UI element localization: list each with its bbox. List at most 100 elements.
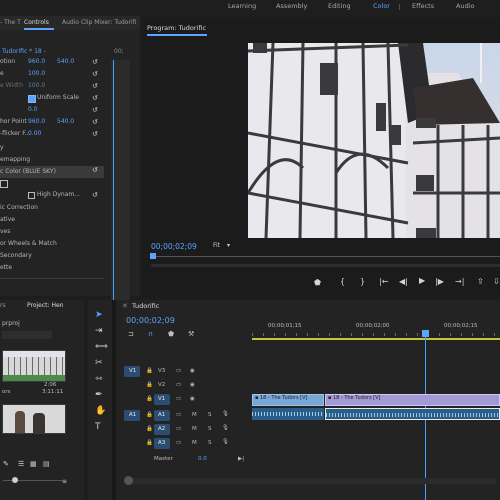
- selected-effect-row[interactable]: c Color (BLUE SKY) ↺: [0, 166, 104, 178]
- microphone-icon[interactable]: 🎙: [222, 439, 229, 445]
- tab-project-prev[interactable]: rs: [0, 302, 6, 309]
- program-timecode[interactable]: 00;00;02;09: [151, 242, 197, 251]
- lock-icon[interactable]: 🔒: [146, 382, 153, 388]
- icon-view-icon[interactable]: ▦: [30, 460, 37, 468]
- eye-icon[interactable]: ◉: [190, 368, 195, 374]
- position-x-value[interactable]: 960.0: [28, 58, 45, 65]
- step-back-icon[interactable]: ◀|: [399, 277, 408, 286]
- eye-icon[interactable]: ◉: [190, 396, 195, 402]
- type-tool-icon[interactable]: T: [95, 422, 101, 432]
- eye-icon[interactable]: ◉: [190, 382, 195, 388]
- zoom-scrollbar[interactable]: [151, 264, 500, 267]
- scale-value[interactable]: 100.0: [28, 70, 45, 77]
- close-icon[interactable]: ✕: [122, 302, 128, 310]
- mute-button[interactable]: M: [192, 412, 197, 418]
- play-icon[interactable]: ▶: [419, 276, 425, 285]
- reset-icon[interactable]: ↺: [92, 130, 98, 138]
- sync-lock-icon[interactable]: ▭: [176, 440, 181, 446]
- workspace-tab-learning[interactable]: Learning: [228, 2, 256, 10]
- freeform-view-icon[interactable]: ▤: [43, 460, 50, 468]
- source-clip-label[interactable]: Tudorific * 18 -: [2, 48, 46, 55]
- reset-icon[interactable]: ↺: [92, 70, 98, 78]
- ripple-edit-icon[interactable]: ⟺: [95, 342, 108, 352]
- solo-button[interactable]: S: [208, 426, 212, 432]
- mark-in-icon[interactable]: {: [340, 277, 345, 286]
- time-ruler[interactable]: [252, 333, 500, 336]
- position-y-value[interactable]: 540.0: [57, 58, 74, 65]
- uniform-scale-checkbox[interactable]: [28, 95, 36, 103]
- tab-effect-controls[interactable]: Controls: [24, 19, 49, 26]
- lock-icon[interactable]: 🔒: [146, 368, 153, 374]
- list-view-icon[interactable]: ☰: [18, 460, 24, 468]
- timeline-scrollbar[interactable]: [126, 478, 496, 484]
- sync-lock-icon[interactable]: ▭: [176, 396, 181, 402]
- video-clip[interactable]: ▪ 18 - The Tudors [V]: [252, 394, 324, 406]
- lift-icon[interactable]: ⇪: [477, 277, 484, 286]
- monitor-title[interactable]: Program: Tudorific: [147, 24, 206, 32]
- lock-icon[interactable]: 🔒: [146, 412, 153, 418]
- anti-flicker-value[interactable]: 0.00: [28, 130, 41, 137]
- tab-audio-clip-mixer[interactable]: Audio Clip Mixer: Tudorifi: [62, 19, 136, 26]
- reset-icon[interactable]: ↺: [92, 94, 98, 102]
- reset-icon[interactable]: ↺: [92, 106, 98, 114]
- fit-dropdown[interactable]: Fit: [213, 242, 220, 249]
- clip-thumbnail[interactable]: [2, 350, 66, 382]
- project-search-input[interactable]: [2, 331, 52, 339]
- sync-lock-icon[interactable]: ▭: [176, 426, 181, 432]
- lock-icon[interactable]: 🔒: [146, 440, 153, 446]
- anchor-x-value[interactable]: 960.0: [28, 118, 45, 125]
- workspace-tab-audio[interactable]: Audio: [456, 2, 474, 10]
- sync-lock-icon[interactable]: ▭: [176, 382, 181, 388]
- microphone-icon[interactable]: 🎙: [222, 425, 229, 431]
- sequence-tab[interactable]: Tudorific: [132, 302, 159, 310]
- sync-lock-icon[interactable]: ▭: [176, 368, 181, 374]
- go-to-in-icon[interactable]: |←: [379, 277, 388, 286]
- go-to-out-icon[interactable]: →|: [455, 277, 464, 286]
- marker-icon[interactable]: ⬟: [314, 278, 321, 287]
- lock-icon[interactable]: 🔒: [146, 426, 153, 432]
- pen-tool-icon[interactable]: ✒: [95, 390, 103, 400]
- rotation-value[interactable]: 0.0: [28, 106, 38, 113]
- mute-button[interactable]: M: [192, 426, 197, 432]
- workspace-tab-color[interactable]: Color: [373, 2, 390, 10]
- mute-button[interactable]: M: [192, 440, 197, 446]
- tab-project[interactable]: Project: Hen: [27, 302, 63, 309]
- master-volume-value[interactable]: 0.0: [198, 456, 207, 462]
- selection-tool-icon[interactable]: ➤: [95, 310, 103, 320]
- workspace-tab-assembly[interactable]: Assembly: [276, 2, 307, 10]
- workspace-tab-editing[interactable]: Editing: [328, 2, 351, 10]
- timeline-playhead-handle[interactable]: [422, 330, 429, 337]
- lock-icon[interactable]: 🔒: [146, 396, 153, 402]
- timeline-timecode[interactable]: 00;00;02;09: [126, 316, 175, 325]
- reset-icon[interactable]: ↺: [92, 166, 98, 174]
- wrench-icon[interactable]: ⚒: [188, 330, 194, 338]
- snap-icon[interactable]: ⊐: [128, 330, 134, 338]
- extract-icon[interactable]: ⇩: [493, 277, 500, 286]
- monitor-playhead[interactable]: [150, 253, 156, 259]
- work-area-bar[interactable]: [252, 338, 500, 340]
- step-forward-icon[interactable]: |▶: [435, 277, 444, 286]
- anchor-y-value[interactable]: 540.0: [57, 118, 74, 125]
- mark-out-icon[interactable]: }: [360, 277, 365, 286]
- reset-icon[interactable]: ↺: [92, 58, 98, 66]
- solo-button[interactable]: S: [208, 440, 212, 446]
- reset-icon[interactable]: ↺: [92, 82, 98, 90]
- hand-tool-icon[interactable]: ✋: [95, 406, 106, 416]
- zoom-slider-handle[interactable]: [12, 477, 18, 483]
- video-clip-selected[interactable]: ▪ 18 - The Tudors [V]: [325, 394, 500, 406]
- tab-source[interactable]: - The T: [0, 19, 21, 26]
- effect-toggle-checkbox[interactable]: [0, 180, 8, 188]
- workspace-tab-effects[interactable]: Effects: [412, 2, 434, 10]
- clip-thumbnail[interactable]: [2, 404, 66, 434]
- audio-clip-selected[interactable]: [325, 408, 500, 420]
- microphone-icon[interactable]: 🎙: [222, 411, 229, 417]
- reset-icon[interactable]: ↺: [92, 191, 98, 199]
- reset-icon[interactable]: ↺: [92, 118, 98, 126]
- razor-icon[interactable]: ✂: [95, 358, 103, 368]
- go-to-end-icon[interactable]: ▶|: [238, 456, 244, 462]
- monitor-scrub-bar[interactable]: [151, 256, 500, 257]
- add-marker-icon[interactable]: ⬟: [168, 330, 174, 338]
- sync-lock-icon[interactable]: ▭: [176, 412, 181, 418]
- track-select-icon[interactable]: ⇥: [95, 326, 103, 336]
- solo-button[interactable]: S: [208, 412, 212, 418]
